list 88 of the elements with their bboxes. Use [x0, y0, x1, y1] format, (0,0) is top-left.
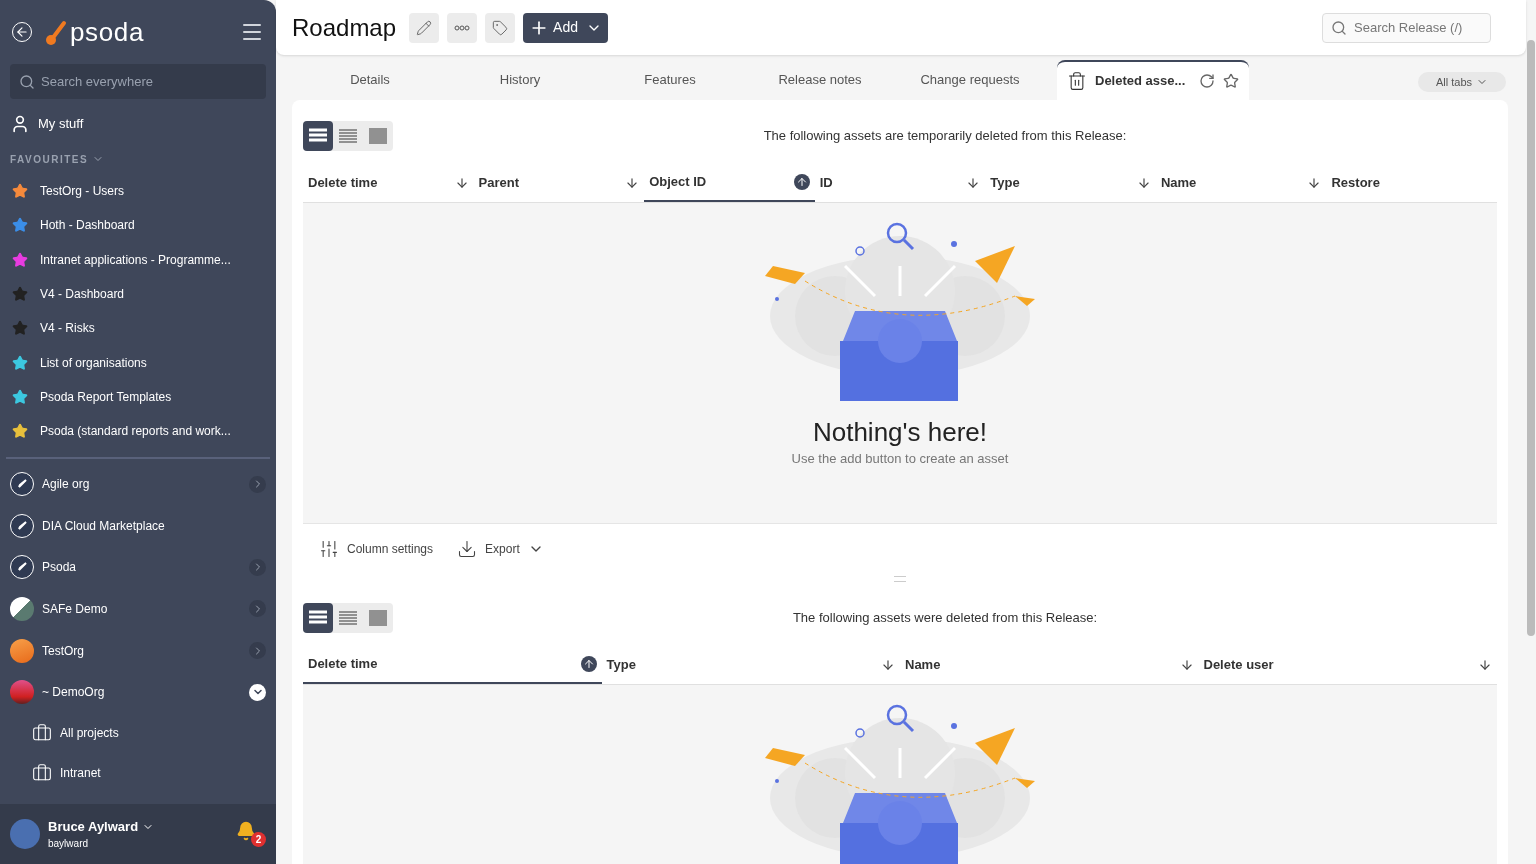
org-logo-icon	[10, 555, 34, 580]
org-logo-icon	[10, 472, 34, 497]
column-header[interactable]: Name	[1155, 164, 1327, 202]
sort-descending-icon[interactable]	[1478, 658, 1492, 672]
density-option[interactable]	[303, 120, 333, 151]
export-button[interactable]: Export	[457, 538, 544, 559]
more-icon	[454, 24, 471, 31]
scrollbar-thumb[interactable]	[1527, 40, 1535, 636]
column-header[interactable]: Name	[900, 646, 1199, 684]
lines-icon	[309, 609, 327, 626]
favourite-item[interactable]: Hoth - Dashboard	[0, 208, 276, 243]
briefcase-icon	[32, 722, 52, 743]
favourite-item[interactable]: TestOrg - Users	[0, 174, 276, 209]
download-icon	[457, 538, 478, 559]
sort-descending-icon[interactable]	[454, 176, 469, 190]
favourite-item[interactable]: V4 - Risks	[0, 311, 276, 346]
sliders-icon	[319, 538, 339, 559]
tab[interactable]: Release notes	[745, 60, 895, 100]
org-item[interactable]: ~ DemoOrg	[0, 671, 276, 713]
tab[interactable]: History	[445, 60, 595, 100]
org-item[interactable]: Agile org	[0, 463, 276, 505]
lines-icon	[369, 609, 387, 626]
avatar-icon	[10, 819, 40, 849]
page-title: Roadmap	[292, 12, 397, 43]
section-heading: FAVOURITES	[10, 152, 89, 167]
collapse-button[interactable]	[249, 683, 266, 701]
project-item[interactable]: All projects	[0, 712, 276, 753]
search-field[interactable]: Search Release (/)	[1322, 12, 1491, 43]
org-item[interactable]: Psoda	[0, 546, 276, 589]
table-caption: The following assets were deleted from this Release:	[791, 608, 1099, 627]
sort-descending-icon[interactable]	[1136, 176, 1151, 190]
empty-message: Use the add button to create an asset	[791, 449, 1009, 468]
org-item[interactable]: SAFe Demo	[0, 588, 276, 630]
sort-ascending-icon[interactable]	[580, 656, 597, 672]
favourite-item[interactable]: Psoda (standard reports and work...	[0, 414, 276, 449]
user-name[interactable]: Bruce Aylward	[48, 816, 139, 837]
column-settings-button[interactable]: Column settings	[319, 538, 434, 559]
column-header[interactable]: Delete time	[303, 164, 474, 202]
lines-icon	[309, 127, 327, 144]
edit-button[interactable]	[409, 12, 440, 43]
tab[interactable]: Deleted asse...	[1057, 60, 1250, 100]
lines-icon	[339, 127, 357, 144]
bell-icon[interactable]	[236, 821, 256, 841]
briefcase-icon	[32, 762, 52, 783]
resize-handle-icon[interactable]	[894, 576, 906, 582]
sidebar-item[interactable]: My stuff	[0, 99, 276, 149]
tab[interactable]: Change requests	[895, 60, 1045, 100]
sort-ascending-icon[interactable]	[793, 174, 810, 190]
org-logo-icon	[10, 680, 34, 705]
org-item[interactable]: TestOrg	[0, 629, 276, 672]
tag-icon	[492, 19, 509, 36]
favourite-item[interactable]: Intranet applications - Programme...	[0, 242, 276, 277]
search-field[interactable]: Search everywhere	[10, 64, 266, 99]
column-header[interactable]: Delete user	[1198, 646, 1497, 684]
sort-descending-icon[interactable]	[1179, 658, 1194, 672]
empty-title: Nothing's here!	[812, 416, 988, 449]
trash-icon	[1067, 71, 1087, 91]
column-header[interactable]: Type	[985, 164, 1156, 202]
sort-descending-icon[interactable]	[881, 658, 895, 672]
project-item[interactable]: Intranet	[0, 752, 276, 793]
more-button[interactable]	[447, 12, 478, 43]
org-item[interactable]: DIA Cloud Marketplace	[0, 504, 276, 547]
lines-icon	[369, 127, 387, 144]
org-logo-icon	[10, 513, 34, 538]
lines-icon	[339, 609, 357, 626]
username: baylward	[48, 837, 90, 852]
column-header[interactable]: ID	[814, 164, 986, 202]
refresh-icon[interactable]	[1199, 73, 1216, 89]
pencil-icon	[416, 19, 433, 36]
favourite-item[interactable]: List of organisations	[0, 345, 276, 380]
favourite-item[interactable]: V4 - Dashboard	[0, 276, 276, 312]
org-logo-icon	[10, 596, 34, 621]
table-caption: The following assets are temporarily deleted from this Release:	[762, 126, 1128, 145]
notification-count: 2	[251, 832, 266, 847]
add-button[interactable]: Add	[523, 12, 608, 43]
column-header: Restore	[1330, 174, 1381, 193]
all-tabs-button[interactable]: All tabs	[1417, 72, 1506, 92]
user-icon	[10, 114, 30, 134]
column-header[interactable]: Type	[601, 646, 900, 684]
logo-text: psoda	[70, 19, 145, 45]
tab[interactable]: Details	[295, 60, 445, 100]
tag-button[interactable]	[485, 12, 516, 43]
column-header[interactable]: Parent	[473, 164, 645, 202]
density-option[interactable]	[303, 602, 333, 633]
tab[interactable]: Features	[595, 60, 745, 100]
favourite-item[interactable]: Psoda Report Templates	[0, 379, 276, 415]
org-logo-icon	[10, 638, 34, 663]
star-icon[interactable]	[1223, 73, 1240, 89]
